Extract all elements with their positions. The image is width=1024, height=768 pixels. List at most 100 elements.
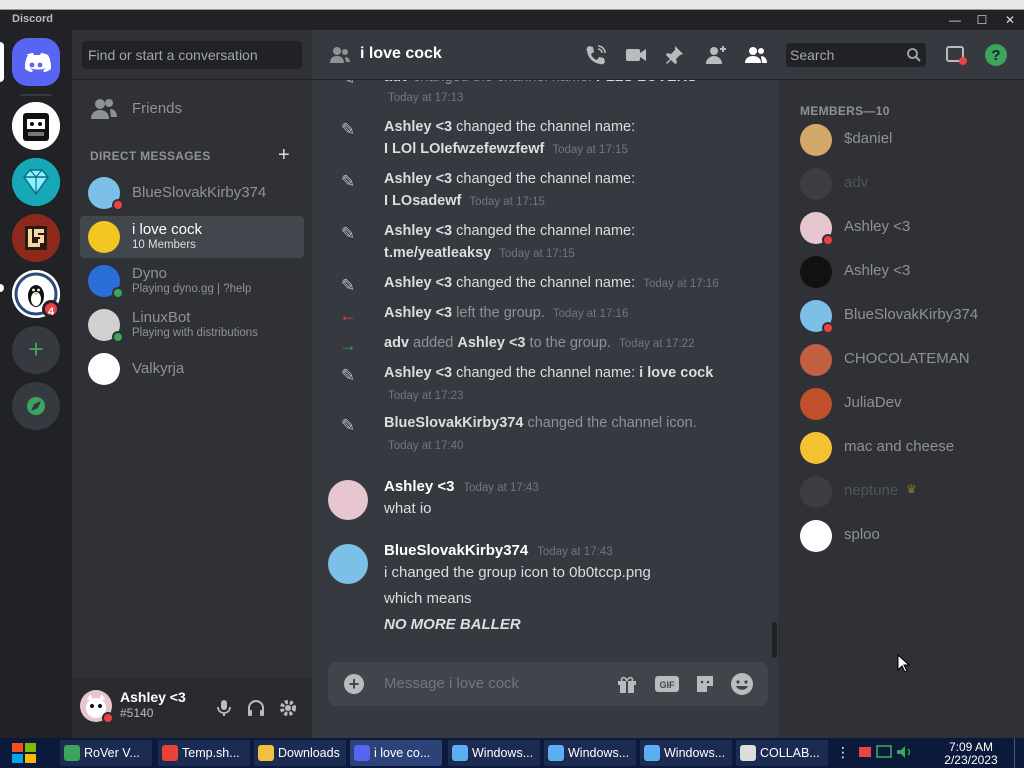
close-button[interactable]: ✕ [997, 11, 1023, 29]
server-linux[interactable]: 4 [12, 270, 60, 318]
taskbar-app[interactable]: i love co... [350, 740, 442, 766]
plus-icon: + [28, 334, 44, 364]
system-author[interactable]: Ashley <3 [384, 275, 452, 291]
message-avatar[interactable] [328, 480, 368, 520]
member-item[interactable]: CHOCOLATEMAN [800, 340, 1020, 380]
find-conversation-input[interactable]: Find or start a conversation [82, 41, 302, 69]
dm-name: LinuxBot [132, 309, 191, 326]
dm-item[interactable]: LinuxBot Playing with distributions [80, 304, 304, 346]
system-author[interactable]: Ashley <3 [384, 119, 452, 135]
taskbar-app[interactable]: RoVer V... [60, 740, 152, 766]
member-item[interactable]: adv [800, 164, 1020, 204]
create-dm-plus-icon[interactable]: + [278, 144, 290, 167]
gif-icon[interactable]: GIF [654, 673, 680, 695]
dm-item[interactable]: Valkyrja [80, 348, 304, 390]
help-icon[interactable]: ? [984, 43, 1008, 67]
taskbar-app[interactable]: COLLAB... [736, 740, 828, 766]
clock-time[interactable]: 7:09 AM [944, 740, 998, 754]
app-icon [452, 745, 468, 761]
svg-text:GIF: GIF [660, 680, 676, 690]
video-call-icon[interactable] [624, 43, 648, 67]
message-avatar[interactable] [328, 544, 368, 584]
message-composer[interactable]: + Message i love cock GIF [328, 662, 768, 706]
system-author[interactable]: Ashley <3 [384, 365, 452, 381]
headphones-icon[interactable] [246, 698, 266, 718]
member-item[interactable]: JuliaDev [800, 384, 1020, 424]
system-author[interactable]: Ashley <3 [384, 305, 452, 321]
voice-call-icon[interactable] [584, 43, 608, 67]
gift-icon[interactable] [616, 673, 638, 695]
server-diamond[interactable] [12, 158, 60, 206]
system-author[interactable]: Ashley <3 [384, 223, 452, 239]
owner-crown-icon: ♛ [906, 482, 917, 496]
system-action: changed the channel name: [452, 223, 636, 239]
add-friend-icon[interactable] [704, 43, 728, 67]
member-item[interactable]: mac and cheese [800, 428, 1020, 468]
timestamp: Today at 17:23 [388, 390, 464, 402]
app-icon [354, 745, 370, 761]
message-author[interactable]: Ashley <3 [384, 478, 454, 495]
attach-plus-icon[interactable]: + [344, 674, 364, 694]
member-item[interactable]: BlueSlovakKirby374 [800, 296, 1020, 336]
microphone-icon[interactable] [214, 698, 234, 718]
maximize-button[interactable]: ☐ [969, 11, 995, 29]
member-name: CHOCOLATEMAN [844, 350, 970, 367]
user-tag: #5140 [120, 706, 154, 720]
home-button[interactable] [12, 38, 60, 86]
server-ls[interactable] [12, 214, 60, 262]
member-name: adv [844, 174, 869, 191]
show-desktop-button[interactable] [1014, 738, 1024, 768]
scrollbar-thumb[interactable] [772, 622, 777, 658]
dm-item[interactable]: Dyno Playing dyno.gg | ?help [80, 260, 304, 302]
ls-logo-icon [12, 214, 60, 262]
system-action-tail: to the group. [525, 335, 611, 351]
message-author[interactable]: BlueSlovakKirby374 [384, 542, 528, 559]
explore-button[interactable] [12, 382, 60, 430]
system-action: changed the channel name: [452, 171, 636, 187]
app-icon [258, 745, 274, 761]
pin-icon[interactable] [664, 43, 688, 67]
member-item[interactable]: Ashley <3 [800, 208, 1020, 248]
taskbar-overflow-icon[interactable]: ⋮ [836, 744, 850, 761]
system-author[interactable]: BlueSlovakKirby374 [384, 415, 523, 431]
clock-date[interactable]: 2/23/2023 [938, 753, 1004, 767]
group-dm-icon [330, 47, 350, 63]
taskbar-app[interactable]: Windows... [448, 740, 540, 766]
inbox-icon[interactable] [944, 43, 968, 67]
chat-message: BlueSlovakKirby374 Today at 17:43 i chang… [312, 542, 778, 642]
sticker-icon[interactable] [694, 673, 716, 695]
taskbar-app[interactable]: Windows... [640, 740, 732, 766]
direct-messages-header: DIRECT MESSAGES [90, 149, 211, 163]
taskbar-app-label: RoVer V... [84, 746, 140, 760]
system-author[interactable]: Ashley <3 [384, 171, 452, 187]
tray-icons[interactable] [855, 744, 945, 762]
emoji-icon[interactable] [730, 672, 754, 696]
member-name: JuliaDev [844, 394, 902, 411]
member-list-icon[interactable] [744, 43, 768, 67]
message-line: i changed the group icon to 0b0tccp.png [384, 564, 651, 581]
dm-subtitle: Playing dyno.gg | ?help [132, 283, 252, 295]
member-item[interactable]: $daniel [800, 120, 1020, 160]
system-message-text: BlueSlovakKirby374 changed the channel i… [384, 412, 697, 457]
add-server-button[interactable]: + [12, 326, 60, 374]
message-input-placeholder[interactable]: Message i love cock [384, 675, 519, 692]
server-robot[interactable] [12, 102, 60, 150]
settings-gear-icon[interactable] [278, 698, 298, 718]
friends-link[interactable]: Friends [80, 88, 304, 130]
timestamp: Today at 17:13 [388, 92, 464, 104]
taskbar-app[interactable]: Temp.sh... [158, 740, 250, 766]
member-item[interactable]: sploo [800, 516, 1020, 556]
member-item[interactable]: Ashley <3 [800, 252, 1020, 292]
taskbar-app[interactable]: Windows... [544, 740, 636, 766]
minimize-button[interactable]: — [942, 11, 968, 29]
windows-start-icon[interactable] [8, 738, 42, 768]
channel-search-input[interactable]: Search [786, 43, 926, 67]
dm-item[interactable]: i love cock 10 Members [80, 216, 304, 258]
status-online-indicator [112, 331, 124, 343]
message-line: NO MORE BALLER [384, 616, 521, 633]
dm-item[interactable]: BlueSlovakKirby374 [80, 172, 304, 214]
system-author[interactable]: adv [384, 335, 409, 351]
taskbar-app[interactable]: Downloads [254, 740, 346, 766]
app-icon [548, 745, 564, 761]
member-item[interactable]: neptune ♛ [800, 472, 1020, 512]
